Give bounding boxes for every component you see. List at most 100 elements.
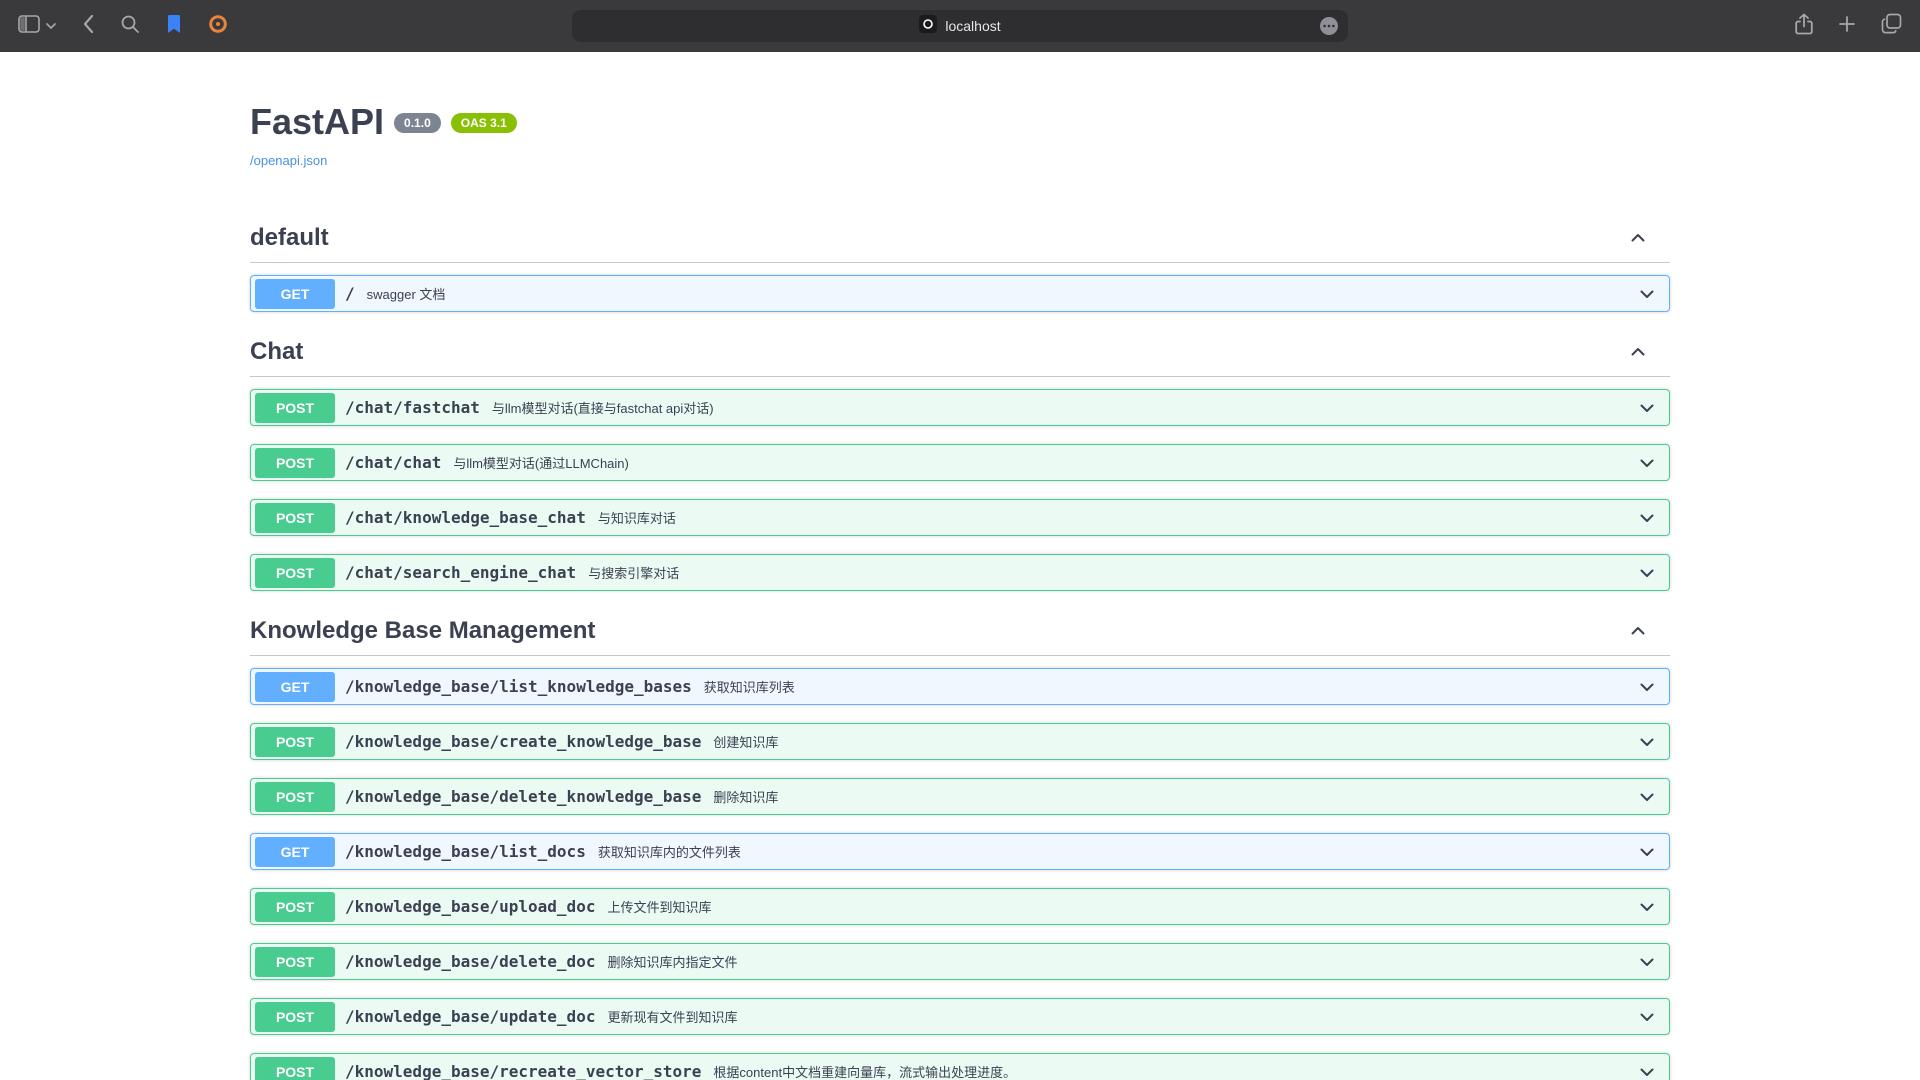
share-button[interactable] bbox=[1795, 13, 1813, 40]
version-badge: 0.1.0 bbox=[394, 113, 441, 133]
method-badge: POST bbox=[255, 1057, 335, 1080]
operation-description: swagger 文档 bbox=[367, 284, 446, 303]
expand-operation-icon[interactable] bbox=[1637, 952, 1657, 972]
share-icon bbox=[1795, 13, 1813, 40]
chevron-down-icon bbox=[46, 17, 56, 35]
sidebar-icon bbox=[18, 15, 40, 38]
operation-row[interactable]: POST/chat/fastchat 与llm模型对话(直接与fastchat a… bbox=[250, 389, 1670, 426]
operation-description: 更新现有文件到知识库 bbox=[607, 1007, 737, 1026]
expand-operation-icon[interactable] bbox=[1637, 1062, 1657, 1080]
method-badge: POST bbox=[255, 503, 335, 533]
api-title-text: FastAPI bbox=[250, 101, 384, 142]
method-badge: POST bbox=[255, 558, 335, 588]
page-menu-button[interactable] bbox=[1318, 15, 1340, 37]
extension-target-button[interactable] bbox=[208, 14, 228, 39]
operation-row[interactable]: POST/knowledge_base/create_knowledge_bas… bbox=[250, 723, 1670, 760]
operation-description: 删除知识库 bbox=[713, 787, 778, 806]
section-title: Chat bbox=[250, 338, 303, 366]
extension-bookmark-button[interactable] bbox=[166, 14, 182, 39]
new-tab-icon bbox=[1837, 14, 1857, 39]
operation-path: / bbox=[345, 284, 355, 303]
method-badge: GET bbox=[255, 837, 335, 867]
expand-operation-icon[interactable] bbox=[1637, 732, 1657, 752]
operation-row[interactable]: POST/knowledge_base/delete_doc 删除知识库内指定文件 bbox=[250, 943, 1670, 980]
page-content: FastAPI 0.1.0 OAS 3.1 /openapi.json defaul… bbox=[0, 52, 1920, 1080]
bookmark-extension-icon bbox=[166, 14, 182, 39]
method-badge: POST bbox=[255, 782, 335, 812]
method-badge: POST bbox=[255, 892, 335, 922]
back-button[interactable] bbox=[82, 14, 94, 39]
collapse-section-icon[interactable] bbox=[1628, 621, 1648, 641]
address-bar[interactable]: localhost bbox=[572, 10, 1348, 42]
operation-description: 与llm模型对话(通过LLMChain) bbox=[453, 453, 629, 472]
section-header[interactable]: default bbox=[250, 216, 1670, 263]
site-favicon bbox=[919, 15, 937, 38]
operation-description: 删除知识库内指定文件 bbox=[607, 952, 737, 971]
expand-operation-icon[interactable] bbox=[1637, 897, 1657, 917]
operation-row[interactable]: GET/knowledge_base/list_docs获取知识库内的文件列表 bbox=[250, 833, 1670, 870]
new-tab-button[interactable] bbox=[1837, 14, 1857, 39]
operation-path: /chat/fastchat bbox=[345, 398, 480, 417]
api-sections: default GET / swagger 文档 Chat POST/chat/fastc… bbox=[250, 216, 1670, 1080]
operation-row[interactable]: POST/knowledge_base/update_doc 更新现有文件到知识库 bbox=[250, 998, 1670, 1035]
method-badge: POST bbox=[255, 727, 335, 757]
collapse-section-icon[interactable] bbox=[1628, 342, 1648, 362]
operation-row[interactable]: POST/knowledge_base/upload_doc 上传文件到知识库 bbox=[250, 888, 1670, 925]
openapi-spec-link[interactable]: /openapi.json bbox=[250, 153, 327, 168]
operation-path: /knowledge_base/upload_doc bbox=[345, 897, 595, 916]
back-icon bbox=[82, 14, 94, 39]
operation-row[interactable]: POST/chat/knowledge_base_chat 与知识库对话 bbox=[250, 499, 1670, 536]
operation-path: /knowledge_base/update_doc bbox=[345, 1007, 595, 1026]
operation-path: /knowledge_base/list_knowledge_bases bbox=[345, 677, 692, 696]
operation-description: 上传文件到知识库 bbox=[607, 897, 711, 916]
expand-operation-icon[interactable] bbox=[1637, 1007, 1657, 1027]
section-header[interactable]: Chat bbox=[250, 330, 1670, 377]
operation-path: /chat/knowledge_base_chat bbox=[345, 508, 586, 527]
operation-description: 根据content中文档重建向量库，流式输出处理进度。 bbox=[713, 1062, 1016, 1080]
search-button[interactable] bbox=[120, 14, 140, 39]
operation-row[interactable]: POST/chat/chat与llm模型对话(通过LLMChain) bbox=[250, 444, 1670, 481]
section-title: default bbox=[250, 224, 329, 252]
sidebar-toggle-button[interactable] bbox=[18, 15, 56, 38]
operation-description: 获取知识库列表 bbox=[704, 677, 795, 696]
search-icon bbox=[120, 14, 140, 39]
operation-path: /knowledge_base/recreate_vector_store bbox=[345, 1062, 701, 1080]
method-badge: POST bbox=[255, 1002, 335, 1032]
method-badge: POST bbox=[255, 448, 335, 478]
expand-operation-icon[interactable] bbox=[1637, 284, 1657, 304]
expand-operation-icon[interactable] bbox=[1637, 842, 1657, 862]
method-badge: GET bbox=[255, 279, 335, 309]
expand-operation-icon[interactable] bbox=[1637, 677, 1657, 697]
operation-row[interactable]: POST/knowledge_base/delete_knowledge_bas… bbox=[250, 778, 1670, 815]
operation-path: /knowledge_base/delete_doc bbox=[345, 952, 595, 971]
section-header[interactable]: Knowledge Base Management bbox=[250, 609, 1670, 656]
operation-path: /knowledge_base/create_knowledge_base bbox=[345, 732, 701, 751]
method-badge: POST bbox=[255, 393, 335, 423]
expand-operation-icon[interactable] bbox=[1637, 563, 1657, 583]
operation-description: 创建知识库 bbox=[713, 732, 778, 751]
expand-operation-icon[interactable] bbox=[1637, 453, 1657, 473]
expand-operation-icon[interactable] bbox=[1637, 787, 1657, 807]
tab-overview-button[interactable] bbox=[1881, 13, 1902, 39]
oas-badge: OAS 3.1 bbox=[451, 113, 517, 133]
api-section: default GET / swagger 文档 bbox=[250, 216, 1670, 312]
operation-row[interactable]: GET/knowledge_base/list_knowledge_bases获… bbox=[250, 668, 1670, 705]
operation-row[interactable]: POST/knowledge_base/recreate_vector_stor… bbox=[250, 1053, 1670, 1080]
operation-path: /chat/search_engine_chat bbox=[345, 563, 576, 582]
api-section: Chat POST/chat/fastchat 与llm模型对话(直接与fastch… bbox=[250, 330, 1670, 591]
operation-path: /knowledge_base/delete_knowledge_base bbox=[345, 787, 701, 806]
target-extension-icon bbox=[208, 14, 228, 39]
operation-path: /knowledge_base/list_docs bbox=[345, 842, 586, 861]
browser-toolbar: localhost bbox=[0, 0, 1920, 52]
expand-operation-icon[interactable] bbox=[1637, 508, 1657, 528]
expand-operation-icon[interactable] bbox=[1637, 398, 1657, 418]
collapse-section-icon[interactable] bbox=[1628, 228, 1648, 248]
api-section: Knowledge Base Management GET/knowledge_b… bbox=[250, 609, 1670, 1080]
operation-row[interactable]: GET / swagger 文档 bbox=[250, 275, 1670, 312]
operation-description: 与llm模型对话(直接与fastchat api对话) bbox=[492, 398, 714, 417]
operation-description: 与知识库对话 bbox=[598, 508, 676, 527]
operation-row[interactable]: POST/chat/search_engine_chat与搜索引擎对话 bbox=[250, 554, 1670, 591]
tab-overview-icon bbox=[1881, 13, 1902, 39]
method-badge: POST bbox=[255, 947, 335, 977]
api-info: FastAPI 0.1.0 OAS 3.1 /openapi.json bbox=[250, 100, 1670, 170]
